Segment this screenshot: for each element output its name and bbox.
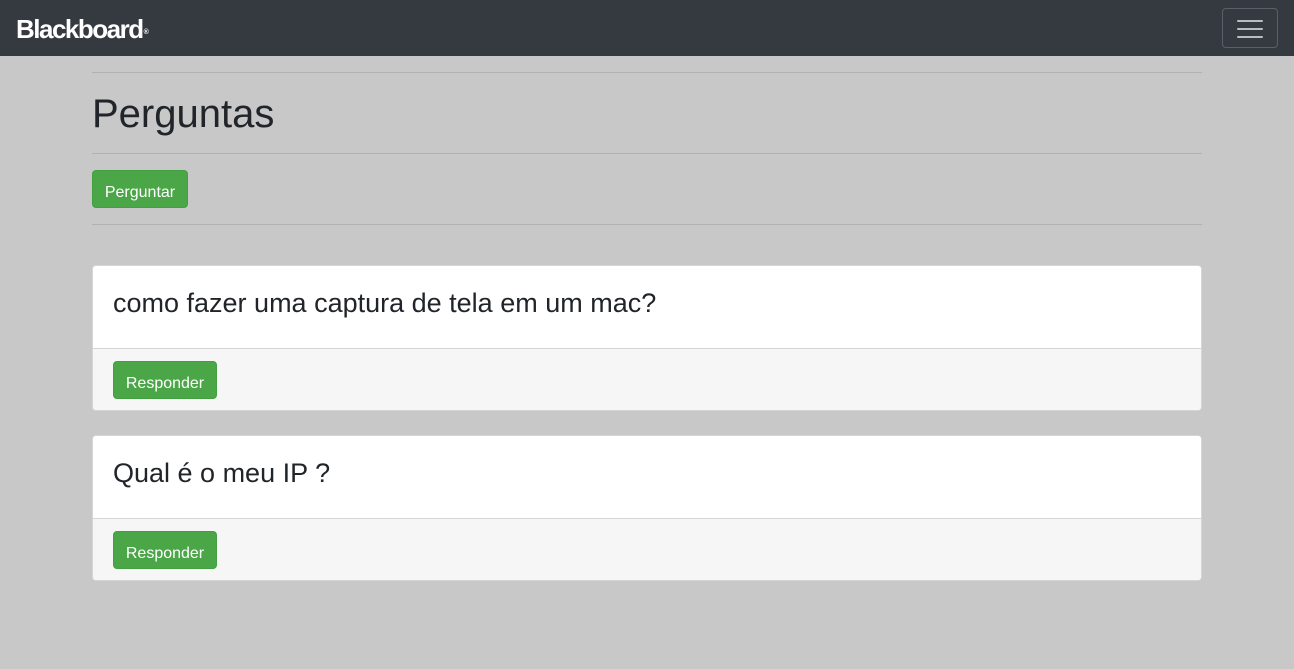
hamburger-menu-icon-line (1237, 36, 1263, 38)
hamburger-menu-icon (1237, 20, 1263, 22)
reply-button[interactable]: Responder (113, 361, 217, 399)
registered-mark: ® (143, 29, 149, 36)
hamburger-menu-icon-line (1237, 28, 1263, 30)
ask-question-button[interactable]: Perguntar (92, 170, 188, 208)
brand-logo[interactable]: Blackboard® (16, 12, 149, 46)
divider (92, 153, 1202, 154)
divider (92, 224, 1202, 225)
page-title: Perguntas (92, 92, 275, 136)
question-card-body: como fazer uma captura de tela em um mac… (93, 266, 1201, 348)
divider (92, 72, 1202, 73)
brand-name: Blackboard (16, 14, 144, 44)
question-title: Qual é o meu IP ? (113, 458, 331, 488)
question-card-footer: Responder (93, 518, 1201, 580)
navbar-toggler-button[interactable] (1222, 8, 1278, 48)
reply-button[interactable]: Responder (113, 531, 217, 569)
question-card-body: Qual é o meu IP ? (93, 436, 1201, 518)
top-navbar: Blackboard® (0, 0, 1294, 56)
question-card: Qual é o meu IP ? Responder (92, 435, 1202, 581)
question-card-footer: Responder (93, 348, 1201, 410)
question-card: como fazer uma captura de tela em um mac… (92, 265, 1202, 411)
question-title: como fazer uma captura de tela em um mac… (113, 288, 657, 318)
